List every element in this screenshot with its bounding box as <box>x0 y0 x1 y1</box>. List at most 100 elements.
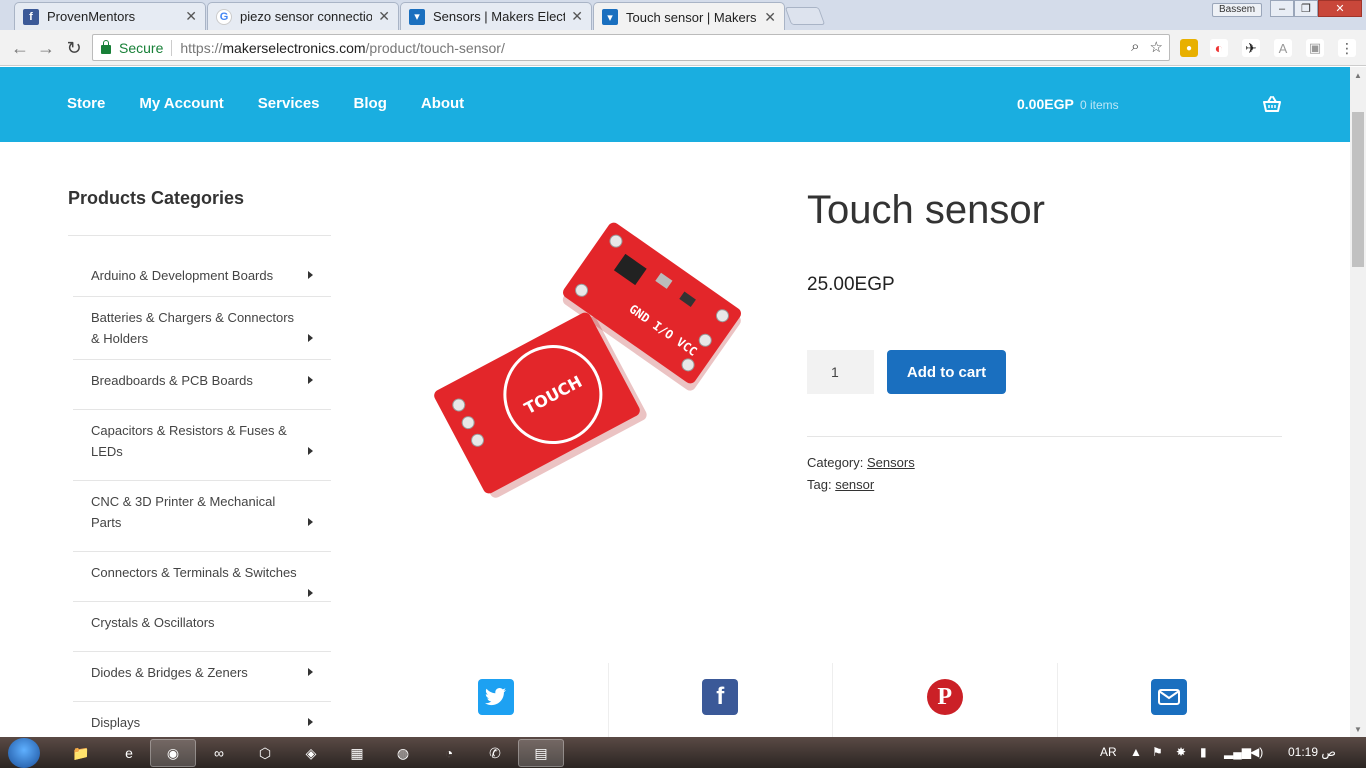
category-item[interactable]: CNC & 3D Printer & Mechanical Parts <box>73 481 331 552</box>
cart-count[interactable]: 0 items <box>1080 98 1119 112</box>
close-icon[interactable]: ✕ <box>764 9 776 26</box>
category-link[interactable]: Sensors <box>867 455 915 470</box>
close-icon[interactable]: ✕ <box>185 8 197 25</box>
close-icon[interactable]: ✕ <box>571 8 583 25</box>
category-list: Arduino & Development Boards Batteries &… <box>73 255 331 752</box>
caret-right-icon[interactable] <box>308 668 313 676</box>
share-email[interactable] <box>1058 663 1282 737</box>
google-icon: G <box>216 8 232 25</box>
extension-icon[interactable]: ✈ <box>1242 39 1260 57</box>
flag-icon[interactable]: ⚑ <box>1152 745 1163 759</box>
caret-right-icon[interactable] <box>308 334 313 342</box>
extension-icon[interactable]: ● <box>1180 39 1198 57</box>
divider <box>68 235 331 236</box>
category-item[interactable]: Crystals & Oscillators <box>73 602 331 652</box>
visual-studio-icon[interactable]: ∞ <box>196 739 242 767</box>
category-item[interactable]: Connectors & Terminals & Switches <box>73 552 331 602</box>
network-icon[interactable]: ▂▄▆ <box>1224 745 1251 759</box>
notepad-icon[interactable]: ▤ <box>518 739 564 767</box>
pinterest-icon[interactable]: P <box>926 679 963 715</box>
os-taskbar: 📁 e ◉ ∞ ⬡ ◈ ▦ ◍ ◔ ✆ ▤ AR ▲ ⚑ ✸ ▮ ▂▄▆ ◀) … <box>0 737 1366 768</box>
app-icon[interactable]: ◍ <box>380 739 426 767</box>
battery-icon[interactable]: ▮ <box>1200 745 1207 759</box>
share-bar: f P <box>384 663 1281 737</box>
start-button[interactable] <box>8 738 40 768</box>
url-scheme: https:// <box>180 39 223 56</box>
nav-about[interactable]: About <box>421 95 464 112</box>
address-bar[interactable]: Secure https:// makerselectronics.com /p… <box>92 34 1170 61</box>
language-indicator[interactable]: AR <box>1100 745 1117 759</box>
category-item[interactable]: Breadboards & PCB Boards <box>73 360 331 410</box>
nav-blog[interactable]: Blog <box>354 95 387 112</box>
restore-button[interactable]: ❐ <box>1294 0 1318 17</box>
zoom-icon[interactable]: ⌕ <box>1131 38 1139 56</box>
nav-my-account[interactable]: My Account <box>139 95 223 112</box>
tray-expand-icon[interactable]: ▲ <box>1130 745 1142 759</box>
nav-store[interactable]: Store <box>67 95 105 112</box>
bookmark-star-icon[interactable]: ☆ <box>1150 38 1163 56</box>
chrome-icon[interactable]: ◉ <box>150 739 196 767</box>
app-icon[interactable]: ⬡ <box>242 739 288 767</box>
cart-total[interactable]: 0.00EGP <box>1017 96 1074 112</box>
category-item[interactable]: Capacitors & Resistors & Fuses & LEDs <box>73 410 331 481</box>
category-item[interactable]: Diodes & Bridges & Zeners <box>73 652 331 702</box>
extension-icon[interactable]: ▣ <box>1306 39 1324 57</box>
twitter-icon[interactable] <box>477 679 514 715</box>
tab-title: ProvenMentors <box>47 9 136 24</box>
extension-icon[interactable]: ◐ <box>1210 39 1228 57</box>
caret-right-icon[interactable] <box>308 518 313 526</box>
app-icon[interactable]: ▦ <box>334 739 380 767</box>
explorer-icon[interactable]: 📁 <box>58 739 104 767</box>
back-icon[interactable]: ← <box>8 36 32 60</box>
close-window-button[interactable]: ✕ <box>1318 0 1362 17</box>
close-icon[interactable]: ✕ <box>378 8 390 25</box>
basket-icon[interactable] <box>1262 94 1282 114</box>
translate-icon[interactable]: A <box>1274 39 1292 57</box>
scroll-up-arrow[interactable]: ▲ <box>1354 71 1362 80</box>
add-to-cart-button[interactable]: Add to cart <box>887 350 1006 394</box>
whatsapp-icon[interactable]: ✆ <box>472 739 518 767</box>
tag-link[interactable]: sensor <box>835 477 874 492</box>
tab-provenmentors[interactable]: f ProvenMentors ✕ <box>14 2 206 30</box>
email-icon[interactable] <box>1151 679 1188 715</box>
tab-touch-sensor[interactable]: ▾ Touch sensor | Makers El ✕ <box>593 2 785 31</box>
volume-icon[interactable]: ◀) <box>1250 745 1263 759</box>
tab-title: Sensors | Makers Electron <box>433 9 565 24</box>
category-label: Capacitors & Resistors & Fuses & LEDs <box>91 423 287 459</box>
category-label: CNC & 3D Printer & Mechanical Parts <box>91 494 276 530</box>
divider <box>171 39 173 56</box>
category-item[interactable]: Arduino & Development Boards <box>73 255 331 297</box>
category-item[interactable]: Batteries & Chargers & Connectors & Hold… <box>73 297 331 360</box>
facebook-icon[interactable]: f <box>702 679 739 715</box>
page-scrollbar[interactable]: ▲ ▼ <box>1350 67 1366 737</box>
menu-icon[interactable]: ⋮ <box>1338 39 1356 57</box>
product-image[interactable]: GND I/O VCC TOUCH <box>382 183 754 553</box>
tab-piezo[interactable]: G piezo sensor connection ✕ <box>207 2 399 30</box>
browser-toolbar: ← → ↻ Secure https:// makerselectronics.… <box>0 30 1366 66</box>
profile-button[interactable]: Bassem <box>1212 3 1263 17</box>
caret-right-icon[interactable] <box>308 376 313 384</box>
messenger-icon[interactable]: ◔ <box>426 739 472 767</box>
tab-sensors[interactable]: ▾ Sensors | Makers Electron ✕ <box>400 2 592 30</box>
reload-icon[interactable]: ↻ <box>62 36 86 60</box>
share-pinterest[interactable]: P <box>833 663 1058 737</box>
scroll-down-arrow[interactable]: ▼ <box>1354 725 1362 734</box>
app-icon[interactable]: ◈ <box>288 739 334 767</box>
minimize-button[interactable]: – <box>1270 0 1294 17</box>
scroll-thumb[interactable] <box>1352 112 1364 267</box>
caret-right-icon[interactable] <box>308 447 313 455</box>
share-facebook[interactable]: f <box>609 663 833 737</box>
caret-right-icon[interactable] <box>308 589 313 597</box>
tray-app-icon[interactable]: ✸ <box>1176 745 1186 759</box>
nav-services[interactable]: Services <box>258 95 320 112</box>
caret-right-icon[interactable] <box>308 718 313 726</box>
quantity-input[interactable] <box>807 350 874 394</box>
clock[interactable]: 01:19 ص <box>1288 745 1336 759</box>
new-tab-button[interactable] <box>784 7 826 25</box>
share-twitter[interactable] <box>384 663 609 737</box>
forward-icon[interactable]: → <box>34 36 58 60</box>
caret-right-icon[interactable] <box>308 271 313 279</box>
category-label: Breadboards & PCB Boards <box>91 373 253 388</box>
ie-icon[interactable]: e <box>106 739 152 767</box>
category-label: Diodes & Bridges & Zeners <box>91 665 248 680</box>
